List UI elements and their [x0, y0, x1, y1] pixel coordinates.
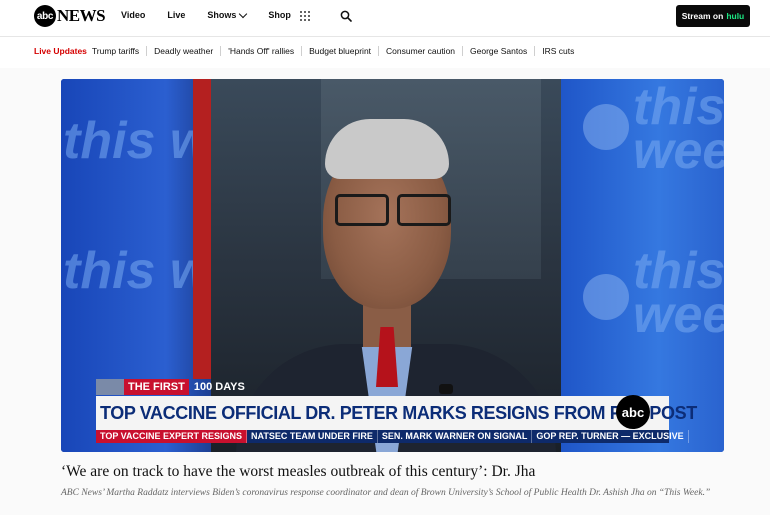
nav-shop[interactable]: Shop	[268, 10, 291, 20]
video-title[interactable]: ‘We are on track to have the worst measl…	[61, 463, 751, 481]
stream-on-hulu-button[interactable]: Stream on hulu	[676, 5, 750, 27]
abc-news-logo[interactable]: abc NEWS	[34, 5, 106, 27]
chyron-tag-row: THE FIRST 100 DAYS	[96, 379, 326, 395]
chyron-days: 100 DAYS	[193, 381, 245, 393]
nav-shows[interactable]: Shows	[207, 9, 248, 20]
abc-bg-circle	[583, 104, 629, 150]
guest-hair	[325, 119, 449, 179]
ticker-item: NATSEC TEAM UNDER FIRE	[247, 430, 378, 443]
nav-live-label: Live	[167, 10, 186, 20]
top-navigation-bar: abc NEWS Video Live Shows Shop Stream on…	[0, 0, 770, 37]
main-nav: Video Live Shows Shop	[121, 9, 313, 20]
chyron-headline: TOP VACCINE OFFICIAL DR. PETER MARKS RES…	[100, 402, 697, 423]
chyron-headline-bar: TOP VACCINE OFFICIAL DR. PETER MARKS RES…	[96, 396, 697, 430]
abc-bg-circle	[583, 274, 629, 320]
nav-live[interactable]: Live	[167, 10, 185, 20]
live-item-trump-tariffs[interactable]: Trump tariffs	[92, 46, 148, 56]
ticker-item: GOP REP. TURNER — EXCLUSIVE	[532, 430, 689, 443]
nav-shop-label: Shop	[268, 10, 291, 20]
this-week-bg-text: this week	[633, 79, 724, 180]
live-item-hands-off-rallies[interactable]: 'Hands Off' rallies	[221, 46, 303, 56]
video-player[interactable]: this week this week this week this week …	[61, 79, 724, 452]
live-item-budget-blueprint[interactable]: Budget blueprint	[302, 46, 380, 56]
abc-logo-circle: abc	[34, 5, 56, 27]
abc-chyron-logo: abc	[616, 395, 650, 429]
live-item-irs-cuts[interactable]: IRS cuts	[535, 46, 581, 56]
news-ticker: TOP VACCINE EXPERT RESIGNS NATSEC TEAM U…	[96, 430, 689, 443]
stream-label: Stream on	[681, 11, 724, 21]
apps-grid-icon[interactable]	[300, 11, 311, 22]
chyron-tag-accent	[96, 379, 124, 395]
lapel-mic	[439, 384, 453, 394]
live-updates-bar: Live Updates Trump tariffs Deadly weathe…	[0, 37, 770, 68]
search-icon[interactable]	[340, 10, 352, 22]
chevron-down-icon	[239, 9, 248, 18]
nav-video-label: Video	[121, 10, 146, 20]
this-week-bg-text: this week	[633, 242, 724, 344]
hulu-brand: hulu	[726, 11, 745, 21]
live-item-deadly-weather[interactable]: Deadly weather	[147, 46, 222, 56]
video-description: ABC News’ Martha Raddatz interviews Bide…	[61, 488, 711, 498]
ticker-item: SEN. MARK WARNER ON SIGNAL	[378, 430, 533, 443]
nav-shows-label: Shows	[207, 10, 237, 20]
live-updates-label[interactable]: Live Updates	[34, 46, 87, 56]
chyron-tag: THE FIRST	[124, 379, 189, 395]
live-item-consumer-caution[interactable]: Consumer caution	[379, 46, 464, 56]
ticker-item: TOP VACCINE EXPERT RESIGNS	[96, 430, 248, 443]
nav-video[interactable]: Video	[121, 10, 145, 20]
guest-glasses	[333, 194, 451, 226]
live-item-george-santos[interactable]: George Santos	[463, 46, 536, 56]
news-wordmark: NEWS	[57, 6, 106, 25]
